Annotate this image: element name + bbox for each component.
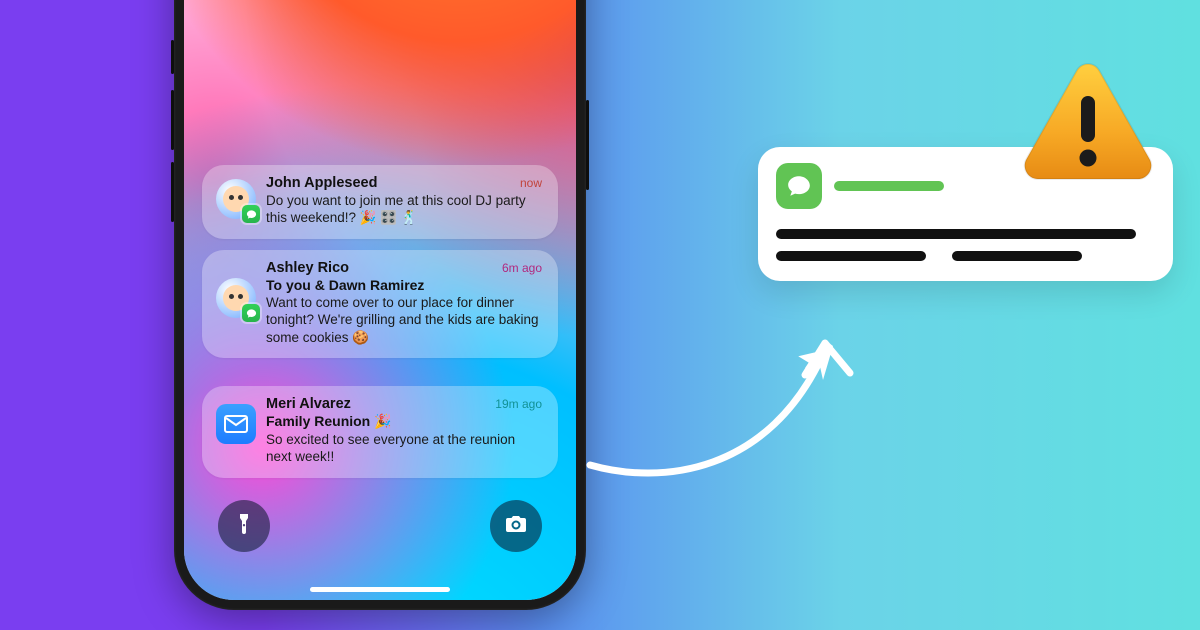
notification-card[interactable]: John Appleseed now Do you want to join m… bbox=[202, 165, 558, 239]
notification-timestamp: 19m ago bbox=[495, 397, 542, 411]
notification-timestamp: now bbox=[520, 176, 542, 190]
notification-body: So excited to see everyone at the reunio… bbox=[266, 431, 542, 466]
mail-icon bbox=[216, 404, 256, 444]
notification-recipients: To you & Dawn Ramirez bbox=[266, 277, 542, 293]
phone-side-button bbox=[586, 100, 589, 190]
warning-icon bbox=[1018, 58, 1158, 188]
notification-subject: Family Reunion 🎉 bbox=[266, 413, 542, 430]
messages-badge-icon bbox=[242, 304, 260, 322]
phone-screen: John Appleseed now Do you want to join m… bbox=[184, 0, 576, 600]
placeholder-text-line bbox=[776, 229, 1136, 239]
iphone-frame: John Appleseed now Do you want to join m… bbox=[174, 0, 586, 610]
messages-app-icon bbox=[776, 163, 822, 209]
home-indicator bbox=[310, 587, 450, 592]
notification-sender: Meri Alvarez bbox=[266, 396, 351, 412]
camera-button[interactable] bbox=[490, 500, 542, 552]
flashlight-icon bbox=[232, 512, 256, 541]
notification-card[interactable]: Meri Alvarez 19m ago Family Reunion 🎉 So… bbox=[202, 386, 558, 478]
messages-badge-icon bbox=[242, 205, 260, 223]
placeholder-text-line bbox=[776, 251, 926, 261]
notification-body: Want to come over to our place for dinne… bbox=[266, 294, 542, 346]
contact-avatar bbox=[216, 278, 256, 318]
phone-side-button bbox=[171, 162, 174, 222]
placeholder-title-bar bbox=[834, 181, 944, 191]
contact-avatar bbox=[216, 179, 256, 219]
notification-timestamp: 6m ago bbox=[502, 261, 542, 275]
placeholder-text-line bbox=[952, 251, 1082, 261]
phone-side-button bbox=[171, 90, 174, 150]
notification-card[interactable]: Ashley Rico 6m ago To you & Dawn Ramirez… bbox=[202, 250, 558, 358]
notification-sender: Ashley Rico bbox=[266, 260, 349, 276]
notification-body: Do you want to join me at this cool DJ p… bbox=[266, 192, 542, 227]
notification-sender: John Appleseed bbox=[266, 175, 377, 191]
arrow-illustration bbox=[570, 295, 880, 495]
phone-side-button bbox=[171, 40, 174, 74]
flashlight-button[interactable] bbox=[218, 500, 270, 552]
camera-icon bbox=[504, 512, 528, 541]
